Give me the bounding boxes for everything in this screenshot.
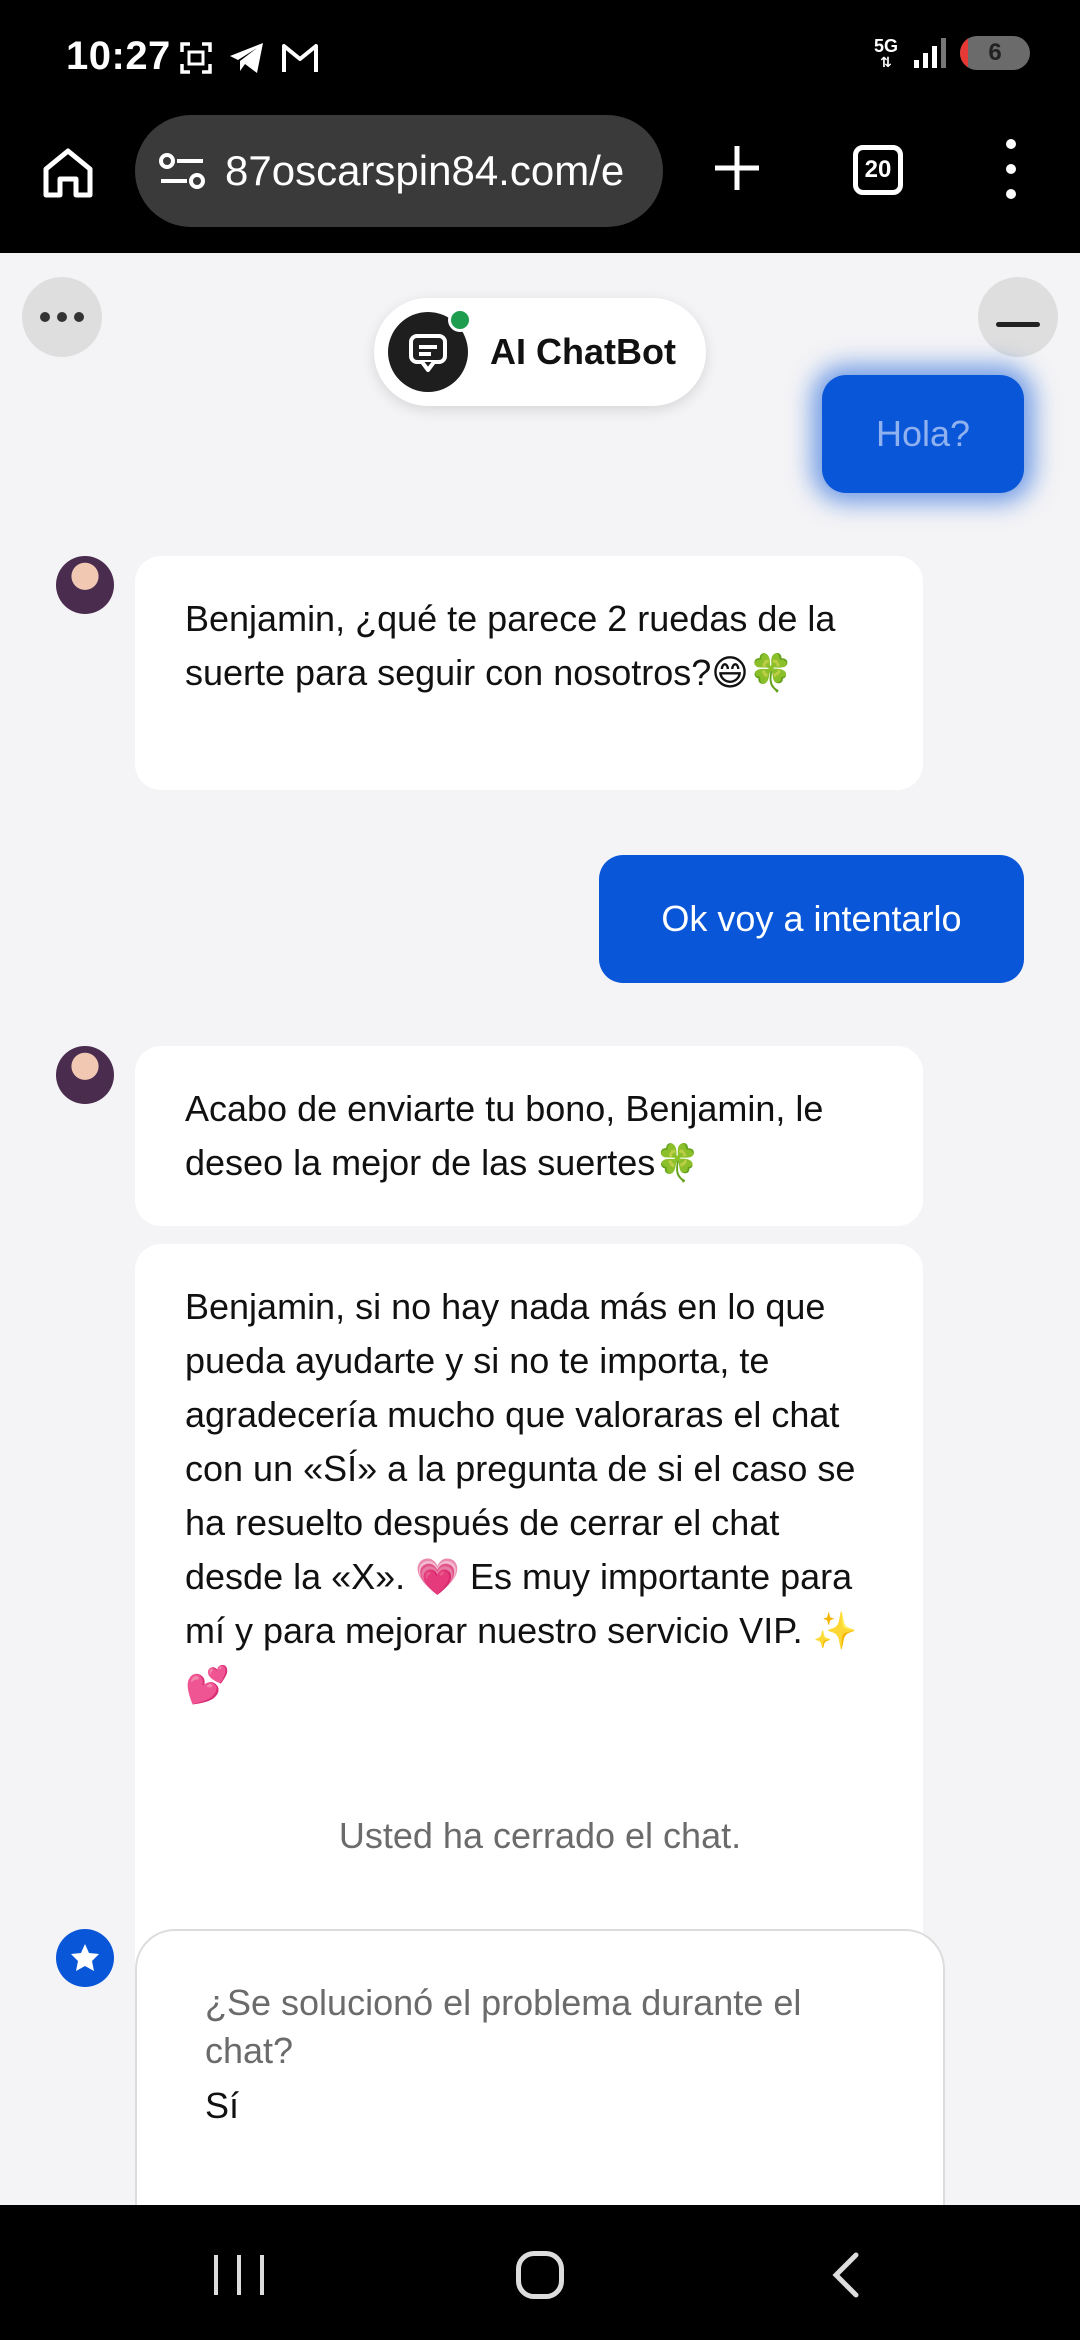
agent-avatar [56,556,114,614]
browser-menu-icon[interactable] [996,139,1026,199]
user-message: Ok voy a intentarlo [599,855,1024,983]
back-icon[interactable] [826,2251,866,2299]
star-icon [56,1929,114,1987]
site-settings-icon[interactable] [159,151,205,191]
telegram-icon [230,43,263,73]
tab-count: 20 [864,156,892,183]
system-navigation-bar [0,2205,1080,2340]
new-tab-icon[interactable] [712,143,762,193]
recent-apps-icon[interactable] [214,2255,264,2295]
screenshot-icon [180,42,212,74]
rating-card: ¿Se solucionó el problema durante el cha… [135,1929,945,2205]
battery-percent: 6 [988,39,1002,66]
url-text[interactable]: 87oscarspin84.com/e [225,147,624,195]
signal-icon [914,38,946,68]
chatbot-avatar [388,308,472,392]
agent-message: Benjamin, si no hay nada más en lo que p… [135,1244,923,2002]
chat-bubble-icon [409,334,447,372]
minimize-button[interactable] [978,277,1058,357]
address-bar[interactable]: 87oscarspin84.com/e [135,115,663,227]
browser-toolbar: 87oscarspin84.com/e 20 [0,115,1080,253]
rating-question: ¿Se solucionó el problema durante el cha… [205,1982,802,2071]
battery-icon: 6 [960,36,1030,70]
home-nav-icon[interactable] [516,2251,564,2299]
more-options-button[interactable] [22,277,102,357]
notification-icons [178,40,320,76]
tab-switcher-button[interactable]: 20 [853,145,903,195]
status-time: 10:27 [66,34,171,78]
rating-answer: Sí [205,2085,240,2126]
battery-level-fill [960,36,969,70]
system-icons: 5G ⇅ 6 [874,36,1030,70]
chatbot-header: AI ChatBot [374,298,706,406]
chatbot-name: AI ChatBot [490,331,676,372]
home-icon[interactable] [40,145,96,201]
5g-icon: 5G ⇅ [873,36,898,70]
gmail-icon [282,44,318,72]
agent-message: Benjamin, ¿qué te parece 2 ruedas de la … [135,556,923,790]
agent-avatar [56,1046,114,1104]
user-message: Hola? [822,375,1024,493]
agent-message: Acabo de enviarte tu bono, Benjamin, le … [135,1046,923,1226]
online-indicator [448,308,472,332]
chat-closed-notice: Usted ha cerrado el chat. [338,1815,742,1856]
chat-window: AI ChatBot Hola? Benjamin, ¿qué te parec… [0,253,1080,2205]
status-bar: 10:27 5G ⇅ 6 [0,0,1080,115]
